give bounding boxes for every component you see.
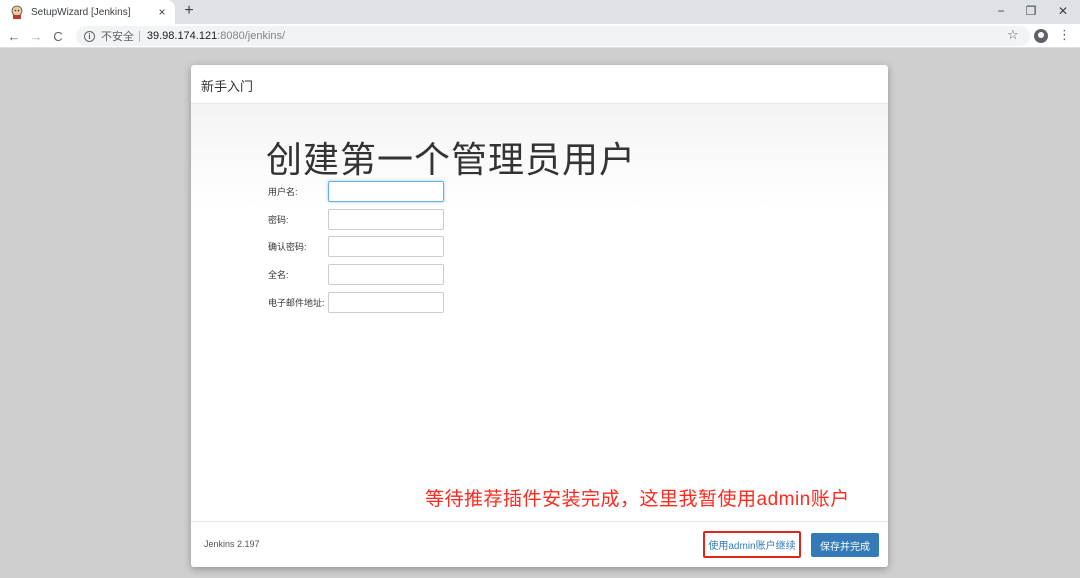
- security-label[interactable]: 不安全: [101, 28, 134, 44]
- browser-tab[interactable]: SetupWizard [Jenkins] ×: [0, 0, 175, 24]
- jenkins-favicon-icon: [11, 5, 23, 19]
- tab-strip: SetupWizard [Jenkins] × + − ❐ ✕: [0, 0, 1080, 24]
- confirm-password-label: 确认密码:: [268, 242, 307, 252]
- dialog-body: 创建第一个管理员用户 用户名: 密码: 确认密码: 全名: 电子邮件地址: 等待…: [191, 104, 888, 521]
- page-title: 创建第一个管理员用户: [266, 139, 637, 180]
- url-path: :8080/jenkins/: [217, 30, 286, 42]
- info-icon[interactable]: i: [84, 30, 95, 42]
- fullname-input[interactable]: [328, 264, 444, 285]
- window-close-button[interactable]: ✕: [1048, 0, 1078, 22]
- email-row: 电子邮件地址:: [268, 292, 568, 313]
- username-row: 用户名:: [268, 181, 568, 202]
- fullname-label: 全名:: [268, 270, 289, 280]
- back-icon[interactable]: ←: [4, 26, 24, 46]
- username-label: 用户名:: [268, 187, 298, 197]
- address-bar[interactable]: i 不安全 | 39.98.174.121 :8080/jenkins/: [76, 26, 1030, 46]
- username-input[interactable]: [328, 181, 444, 202]
- separator: |: [138, 30, 141, 42]
- tab-close-icon[interactable]: ×: [153, 5, 171, 19]
- window-maximize-button[interactable]: ❐: [1016, 0, 1046, 22]
- new-tab-button[interactable]: +: [180, 2, 198, 20]
- confirm-password-input[interactable]: [328, 236, 444, 257]
- account-icon[interactable]: [1034, 29, 1048, 43]
- password-input[interactable]: [328, 209, 444, 230]
- url-host: 39.98.174.121: [146, 30, 218, 42]
- reload-icon[interactable]: C: [48, 26, 68, 46]
- menu-icon[interactable]: ⋮: [1058, 27, 1071, 43]
- forward-icon[interactable]: →: [26, 26, 46, 46]
- tab-title: SetupWizard [Jenkins]: [31, 6, 131, 18]
- email-label: 电子邮件地址:: [268, 298, 325, 308]
- email-input[interactable]: [328, 292, 444, 313]
- dialog-header: 新手入门: [191, 65, 888, 104]
- save-and-finish-button[interactable]: 保存并完成: [811, 533, 879, 557]
- password-row: 密码:: [268, 209, 568, 230]
- dialog-title: 新手入门: [201, 79, 254, 94]
- setup-wizard-dialog: 新手入门 创建第一个管理员用户 用户名: 密码: 确认密码: 全名: 电子邮件地…: [191, 65, 888, 567]
- window-minimize-button[interactable]: −: [986, 0, 1016, 22]
- confirm-password-row: 确认密码:: [268, 236, 568, 257]
- continue-as-admin-button[interactable]: 使用admin账户继续: [703, 531, 801, 558]
- jenkins-version: Jenkins 2.197: [204, 539, 260, 549]
- browser-toolbar: ← → C i 不安全 | 39.98.174.121 :8080/jenkin…: [0, 24, 1080, 48]
- bookmark-star-icon[interactable]: ☆: [1007, 27, 1019, 43]
- password-label: 密码:: [268, 215, 289, 225]
- dialog-footer: Jenkins 2.197 使用admin账户继续 保存并完成: [191, 521, 888, 567]
- annotation-text: 等待推荐插件安装完成，这里我暂使用admin账户: [425, 489, 850, 510]
- fullname-row: 全名:: [268, 264, 568, 285]
